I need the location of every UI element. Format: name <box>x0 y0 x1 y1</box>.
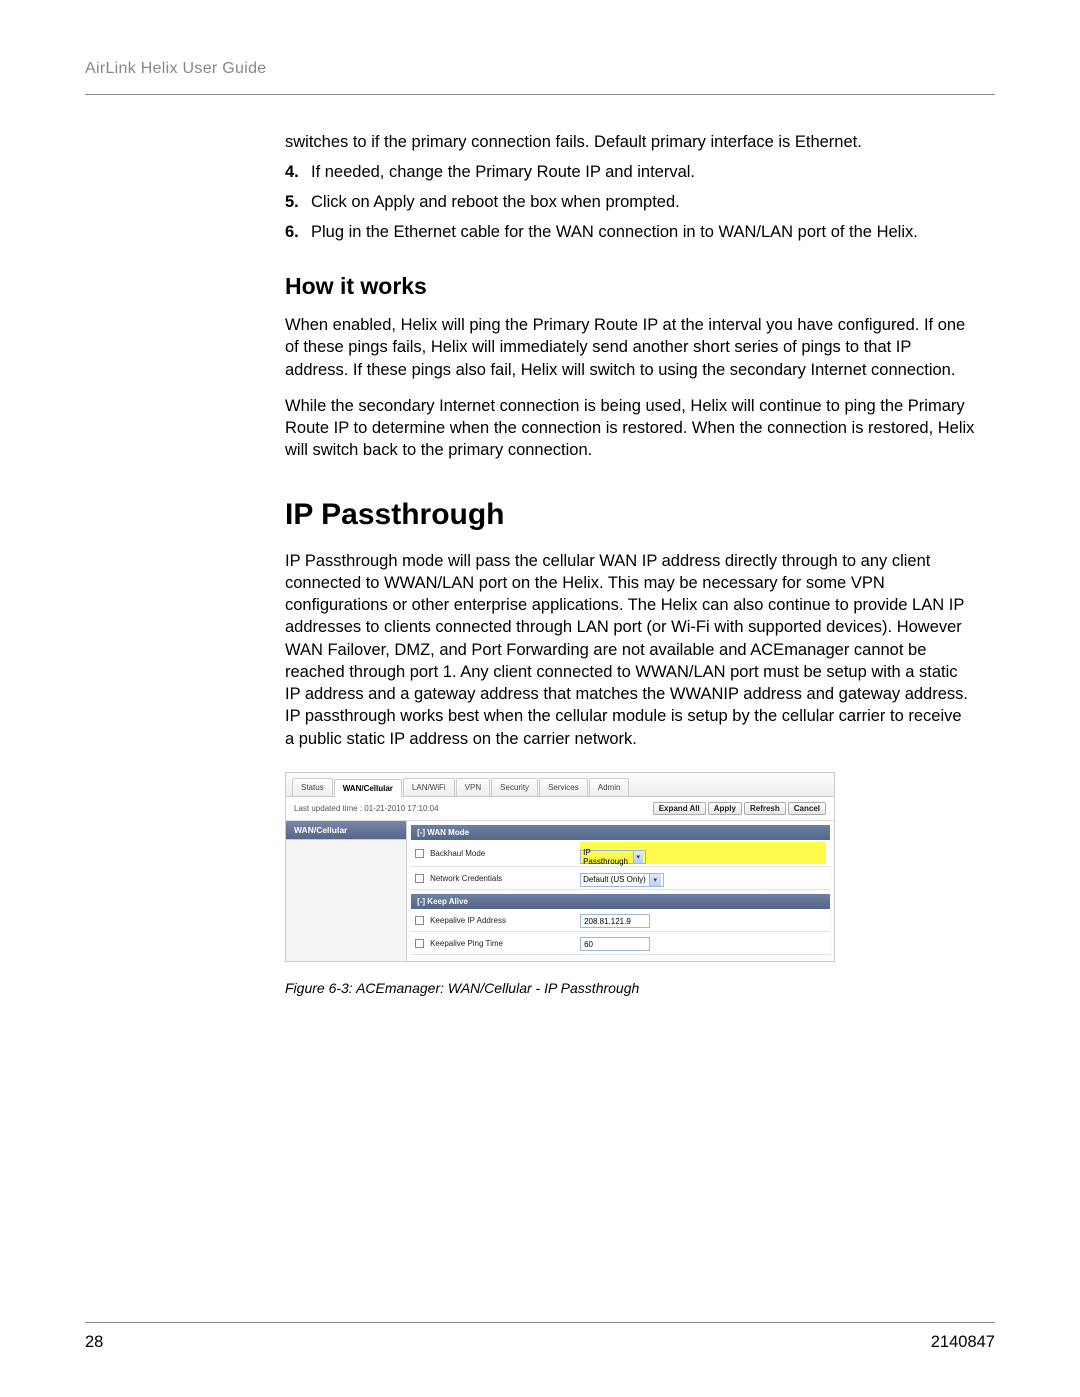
tab-wan-cellular[interactable]: WAN/Cellular <box>334 779 402 797</box>
step-list: 4. If needed, change the Primary Route IP… <box>285 161 975 245</box>
checkbox-icon[interactable] <box>415 849 424 858</box>
how-it-works-p1: When enabled, Helix will ping the Primar… <box>285 314 975 381</box>
expand-all-button[interactable]: Expand All <box>653 802 706 815</box>
footer-rule <box>85 1322 995 1323</box>
document-number: 2140847 <box>931 1333 995 1352</box>
step-number: 4. <box>285 161 299 185</box>
select-value: IP Passthrough <box>583 848 630 866</box>
checkbox-icon[interactable] <box>415 916 424 925</box>
apply-button[interactable]: Apply <box>708 802 742 815</box>
row-network-credentials: Network Credentials Default (US Only) ▾ <box>411 867 830 890</box>
select-backhaul-mode[interactable]: IP Passthrough ▾ <box>580 850 646 864</box>
cancel-button[interactable]: Cancel <box>788 802 826 815</box>
refresh-button[interactable]: Refresh <box>744 802 786 815</box>
step-6: 6. Plug in the Ethernet cable for the WAN… <box>285 221 975 245</box>
step-text: Plug in the Ethernet cable for the WAN c… <box>311 223 918 241</box>
tab-services[interactable]: Services <box>539 778 588 796</box>
step-number: 5. <box>285 191 299 215</box>
tab-lan-wifi[interactable]: LAN/WiFi <box>403 778 455 796</box>
page-footer: 28 2140847 <box>85 1322 995 1352</box>
figure-caption: Figure 6-3: ACEmanager: WAN/Cellular - I… <box>285 980 975 996</box>
row-keepalive-ping-time: Keepalive Ping Time 60 <box>411 932 830 955</box>
label-backhaul-mode: Backhaul Mode <box>430 849 580 858</box>
how-it-works-p2: While the secondary Internet connection … <box>285 395 975 462</box>
group-wan-mode[interactable]: [-] WAN Mode <box>411 825 830 840</box>
step-4: 4. If needed, change the Primary Route IP… <box>285 161 975 185</box>
tab-bar: Status WAN/Cellular LAN/WiFi VPN Securit… <box>286 773 834 797</box>
chevron-down-icon: ▾ <box>649 874 661 886</box>
last-updated-text: Last updated time : 01-21-2010 17:10:04 <box>294 804 439 813</box>
ip-passthrough-heading: IP Passthrough <box>285 498 975 532</box>
ip-passthrough-para: IP Passthrough mode will pass the cellul… <box>285 550 975 750</box>
page-header-title: AirLink Helix User Guide <box>85 60 995 78</box>
input-keepalive-ping-time[interactable]: 60 <box>580 937 650 951</box>
select-network-credentials[interactable]: Default (US Only) ▾ <box>580 873 664 887</box>
tab-security[interactable]: Security <box>491 778 538 796</box>
status-bar: Last updated time : 01-21-2010 17:10:04 … <box>286 797 834 821</box>
checkbox-icon[interactable] <box>415 939 424 948</box>
acemanager-screenshot: Status WAN/Cellular LAN/WiFi VPN Securit… <box>285 772 835 962</box>
continuation-text: switches to if the primary connection fa… <box>285 131 975 153</box>
main-panel: [-] WAN Mode Backhaul Mode IP Passthroug… <box>407 821 834 961</box>
tab-status[interactable]: Status <box>292 778 333 796</box>
step-5: 5. Click on Apply and reboot the box when… <box>285 191 975 215</box>
row-keepalive-ip: Keepalive IP Address 208.81.121.9 <box>411 909 830 932</box>
page-number: 28 <box>85 1333 103 1352</box>
tab-vpn[interactable]: VPN <box>456 778 490 796</box>
chevron-down-icon: ▾ <box>633 851 643 863</box>
label-network-credentials: Network Credentials <box>430 874 580 883</box>
how-it-works-heading: How it works <box>285 273 975 300</box>
row-backhaul-mode: Backhaul Mode IP Passthrough ▾ <box>411 840 830 867</box>
label-keepalive-ping-time: Keepalive Ping Time <box>430 939 580 948</box>
step-number: 6. <box>285 221 299 245</box>
step-text: If needed, change the Primary Route IP a… <box>311 163 695 181</box>
input-keepalive-ip[interactable]: 208.81.121.9 <box>580 914 650 928</box>
header-rule <box>85 94 995 95</box>
sidebar: WAN/Cellular <box>286 821 407 961</box>
tab-admin[interactable]: Admin <box>589 778 630 796</box>
checkbox-icon[interactable] <box>415 874 424 883</box>
select-value: Default (US Only) <box>583 875 646 884</box>
sidebar-item-wan-cellular[interactable]: WAN/Cellular <box>286 821 406 840</box>
label-keepalive-ip: Keepalive IP Address <box>430 916 580 925</box>
group-keep-alive[interactable]: [-] Keep Alive <box>411 894 830 909</box>
step-text: Click on Apply and reboot the box when p… <box>311 193 680 211</box>
